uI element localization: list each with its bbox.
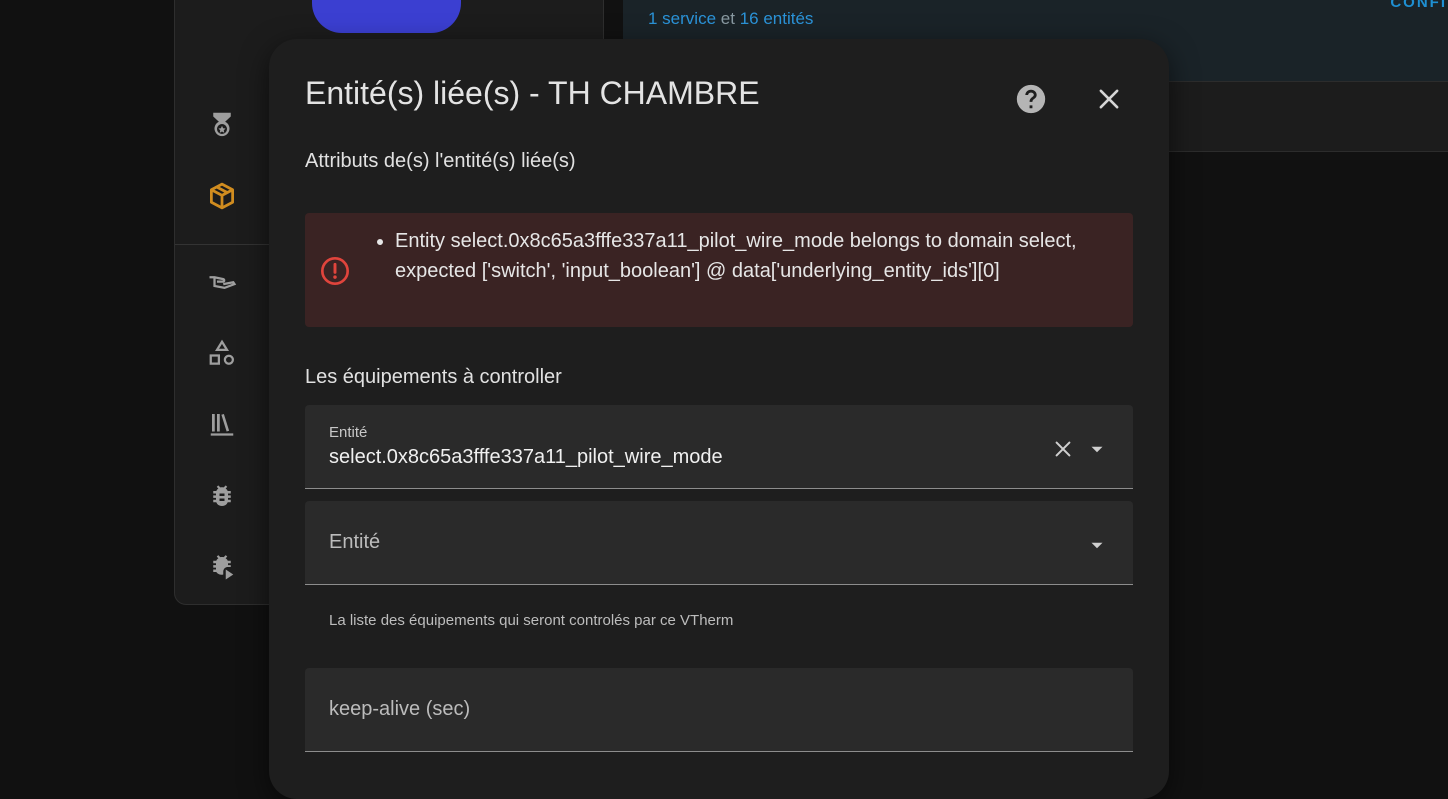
configure-button[interactable]: CONFI bbox=[1390, 0, 1447, 11]
clear-button[interactable] bbox=[1049, 435, 1077, 463]
entity-picker-1-label: Entité bbox=[329, 424, 368, 441]
keepalive-label: keep-alive (sec) bbox=[329, 698, 471, 720]
entity-picker-2[interactable]: Entité bbox=[305, 501, 1133, 585]
keepalive-input[interactable]: keep-alive (sec) bbox=[305, 668, 1133, 752]
library-icon[interactable] bbox=[204, 406, 240, 442]
bug-play-icon[interactable] bbox=[204, 549, 240, 585]
medal-icon[interactable] bbox=[204, 106, 240, 142]
dropdown-button[interactable] bbox=[1083, 531, 1111, 559]
helper-text: La liste des équipements qui seront cont… bbox=[329, 612, 734, 629]
nav-divider bbox=[175, 244, 271, 245]
equipment-section-label: Les équipements à controller bbox=[305, 366, 562, 388]
error-list: Entity select.0x8c65a3fffe337a11_pilot_w… bbox=[395, 226, 1115, 286]
help-icon bbox=[1016, 84, 1046, 114]
link-connector: et bbox=[720, 9, 735, 28]
bug-icon[interactable] bbox=[204, 478, 240, 514]
package-icon[interactable] bbox=[204, 178, 240, 214]
entities-link[interactable]: 16 entités bbox=[740, 9, 814, 28]
chevron-down-icon bbox=[1091, 542, 1103, 549]
linked-entities-dialog: Entité(s) liée(s) - TH CHAMBRE Attributs… bbox=[269, 39, 1169, 799]
shapes-icon[interactable] bbox=[204, 335, 240, 371]
card-links: 1 service et 16 entités bbox=[648, 9, 813, 29]
entity-picker-1[interactable]: Entité select.0x8c65a3fffe337a11_pilot_w… bbox=[305, 405, 1133, 489]
dialog-title: Entité(s) liée(s) - TH CHAMBRE bbox=[305, 75, 760, 111]
entity-picker-1-value[interactable]: select.0x8c65a3fffe337a11_pilot_wire_mod… bbox=[329, 446, 723, 469]
error-message: Entity select.0x8c65a3fffe337a11_pilot_w… bbox=[395, 226, 1115, 286]
entity-picker-2-label: Entité bbox=[329, 531, 381, 553]
close-button[interactable] bbox=[1091, 81, 1127, 117]
app-logo bbox=[312, 0, 461, 33]
error-alert: Entity select.0x8c65a3fffe337a11_pilot_w… bbox=[305, 213, 1133, 327]
chevron-down-icon bbox=[1091, 446, 1103, 453]
dialog-subtitle: Attributs de(s) l'entité(s) liée(s) bbox=[305, 150, 576, 172]
help-button[interactable] bbox=[1013, 81, 1049, 117]
dropdown-button[interactable] bbox=[1083, 435, 1111, 463]
clear-icon bbox=[1055, 441, 1071, 457]
alert-circle-icon bbox=[321, 257, 349, 285]
close-icon bbox=[1099, 89, 1119, 109]
hand-icon[interactable] bbox=[204, 263, 240, 299]
service-link[interactable]: 1 service bbox=[648, 9, 716, 28]
